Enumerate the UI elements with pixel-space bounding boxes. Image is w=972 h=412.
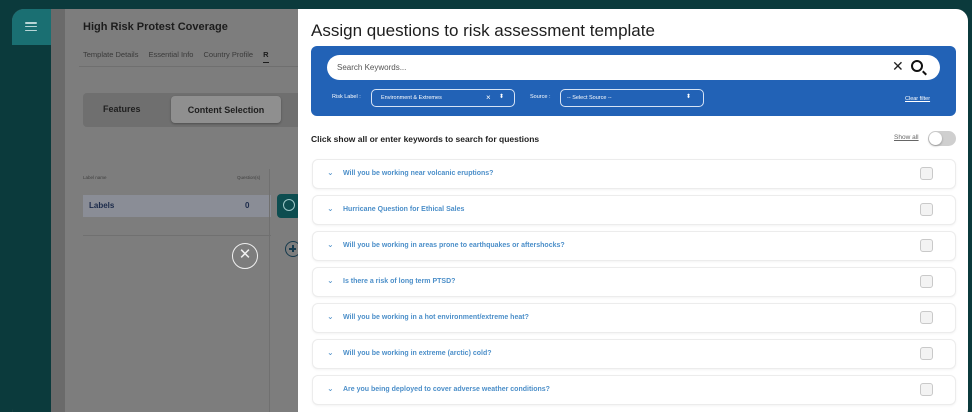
show-all-label[interactable]: Show all [894,134,919,141]
search-icon[interactable] [911,60,923,72]
question-row[interactable]: ⌄ Will you be working in extreme (arctic)… [312,339,956,369]
chevron-down-icon[interactable]: ⌄ [327,204,334,213]
page-title: High Risk Protest Coverage [83,21,228,33]
menu-icon[interactable] [25,22,37,31]
template-tabs: Template Details Essential Info Country … [83,50,269,63]
chevron-down-icon[interactable]: ⌄ [327,276,334,285]
question-checkbox[interactable] [920,347,933,360]
panel-title: Assign questions to risk assessment temp… [311,21,655,40]
tab-template-details[interactable]: Template Details [83,50,138,63]
row-label-name: Labels [89,201,115,210]
search-placeholder: Search Keywords... [337,63,407,72]
question-text: Will you be working in a hot environment… [343,314,529,321]
select-caret-icon: ⬍ [686,94,692,100]
question-checkbox[interactable] [920,275,933,288]
column-header-label-name: Label name [83,175,107,180]
clear-filter-link[interactable]: Clear filter [905,96,930,102]
chevron-down-icon[interactable]: ⌄ [327,312,334,321]
column-header-questions: Question(s) [237,175,261,180]
chevron-down-icon[interactable]: ⌄ [327,384,334,393]
instruction-text: Click show all or enter keywords to sear… [311,134,540,144]
question-checkbox[interactable] [920,383,933,396]
question-text: Will you be working near volcanic erupti… [343,170,494,177]
assign-questions-panel: Assign questions to risk assessment temp… [298,9,968,412]
row-question-count: 0 [245,201,250,210]
show-all-toggle[interactable] [928,131,956,146]
close-icon[interactable]: ✕ [232,243,258,269]
rail-header [12,9,51,45]
source-label: Source : [530,94,551,100]
divider [269,169,270,412]
risk-label-label: Risk Label : [332,94,361,100]
table-row[interactable]: Labels 0 [83,195,271,217]
question-row[interactable]: ⌄ Will you be working near volcanic erupt… [312,159,956,189]
tab-country-profile[interactable]: Country Profile [203,50,253,63]
segment-control: Features Content Selection [83,93,311,127]
question-text: Are you being deployed to cover adverse … [343,386,550,393]
question-row[interactable]: ⌄ Are you being deployed to cover adverse… [312,375,956,405]
question-text: Will you be working in areas prone to ea… [343,242,565,249]
question-text: Will you be working in extreme (arctic) … [343,350,492,357]
search-input[interactable]: Search Keywords... ✕ [327,55,940,80]
question-row[interactable]: ⌄ Will you be working in areas prone to e… [312,231,956,261]
info-icon [283,199,295,211]
question-row[interactable]: ⌄ Will you be working in a hot environmen… [312,303,956,333]
question-text: Hurricane Question for Ethical Sales [343,206,465,213]
app-window: High Risk Protest Coverage Template Deta… [12,9,968,412]
chevron-down-icon[interactable]: ⌄ [327,168,334,177]
tab-active[interactable]: R [263,50,269,63]
clear-risk-label-icon[interactable]: × [486,93,491,102]
source-select[interactable]: -- Select Source -- ⬍ [560,89,704,107]
divider [79,66,311,67]
chevron-down-icon[interactable]: ⌄ [327,348,334,357]
question-checkbox[interactable] [920,167,933,180]
chevron-down-icon[interactable]: ⌄ [327,240,334,249]
question-row[interactable]: ⌄ Hurricane Question for Ethical Sales [312,195,956,225]
select-caret-icon: ⬍ [499,94,505,100]
left-rail [12,45,51,412]
source-value: -- Select Source -- [567,95,612,101]
question-row[interactable]: ⌄ Is there a risk of long term PTSD? [312,267,956,297]
question-checkbox[interactable] [920,239,933,252]
question-text: Is there a risk of long term PTSD? [343,278,456,285]
segment-features[interactable]: Features [103,104,141,114]
divider [83,235,271,236]
segment-content-selection[interactable]: Content Selection [171,96,281,123]
question-checkbox[interactable] [920,311,933,324]
filter-bar: Search Keywords... ✕ Risk Label : Enviro… [311,46,956,116]
tab-essential-info[interactable]: Essential Info [148,50,193,63]
question-checkbox[interactable] [920,203,933,216]
risk-label-select[interactable]: Environment & Extremes × ⬍ [371,89,515,107]
clear-search-icon[interactable]: ✕ [892,58,904,75]
background-page: High Risk Protest Coverage Template Deta… [51,9,311,412]
bg-strip [51,9,65,412]
risk-label-value: Environment & Extremes [381,95,442,101]
